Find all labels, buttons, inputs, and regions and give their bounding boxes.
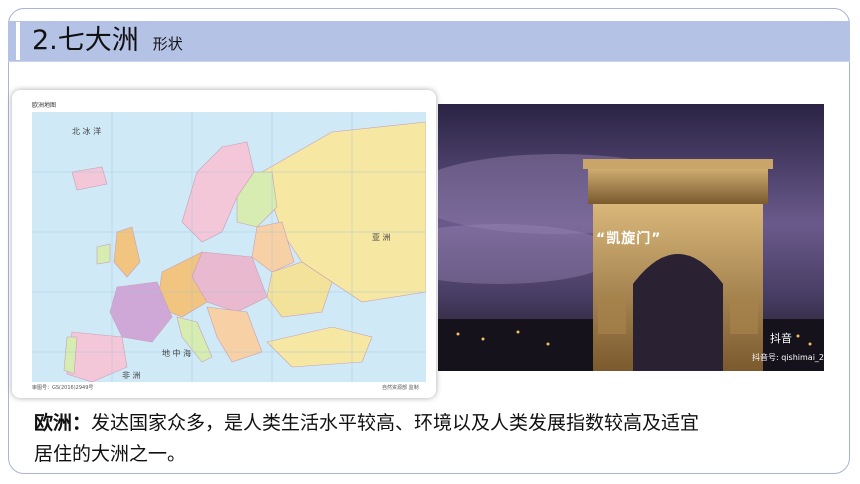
title-subtitle: 形状: [152, 35, 183, 53]
douyin-logo: 抖音: [770, 332, 792, 345]
header-divider: [8, 61, 850, 62]
title-main: 2.七大洲: [32, 25, 139, 56]
map-title: 欧洲地图: [32, 102, 57, 109]
douyin-account: 抖音号: qishimai_2: [752, 353, 825, 362]
map-label-arctic: 北 冰 洋: [72, 127, 102, 136]
slide-title: 2.七大洲 形状: [32, 22, 183, 60]
description-line-2: 居住的大洲之一。: [34, 443, 187, 465]
title-accent-bar: [16, 22, 20, 60]
photo-caption: “凯旋门”: [596, 231, 662, 247]
map-label-mediterranean: 地 中 海: [162, 349, 192, 358]
map-footer-right: 自然资源部 监制: [382, 385, 419, 391]
map-footer-left: 审图号：GS(2016)2949号: [32, 385, 94, 391]
description-text: 欧洲：发达国家众多，是人类生活水平较高、环境以及人类发展指数较高及适宜 居住的大…: [34, 408, 804, 470]
europe-map-graphic: [32, 112, 426, 382]
map-label-africa: 非 洲: [122, 371, 141, 380]
map-label-asia: 亚 洲: [372, 233, 391, 242]
europe-map-card: 欧洲地图 北 冰 洋 地 中 海 非 洲 亚 洲 审图号：GS(2016)294…: [12, 90, 436, 398]
europe-map: 北 冰 洋 地 中 海 非 洲 亚 洲: [32, 112, 426, 382]
keyword-europe: 欧洲：: [34, 412, 92, 434]
description-line-1: 发达国家众多，是人类生活水平较高、环境以及人类发展指数较高及适宜: [91, 412, 700, 434]
